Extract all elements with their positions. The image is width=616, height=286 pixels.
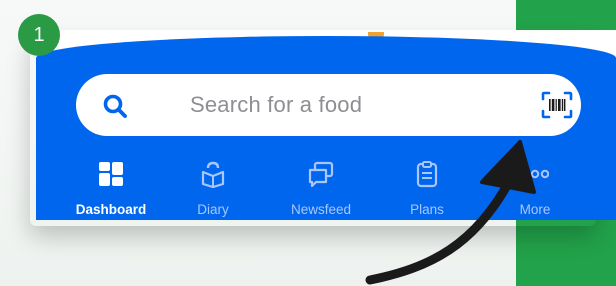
search-icon (103, 94, 127, 118)
diary-icon (201, 161, 225, 188)
newsfeed-icon (308, 161, 334, 188)
pointer-arrow-icon (365, 140, 536, 285)
tab-label: Diary (197, 202, 229, 217)
step-number-badge: 1 (18, 14, 60, 56)
tab-dashboard[interactable]: Dashboard (56, 160, 166, 217)
barcode-scan-icon[interactable] (541, 91, 573, 119)
dashboard-icon (99, 162, 123, 186)
tab-diary[interactable]: Diary (158, 160, 268, 217)
search-placeholder: Search for a food (190, 92, 363, 117)
tab-label: Dashboard (75, 202, 147, 217)
search-bar[interactable]: Search for a food (76, 74, 581, 136)
